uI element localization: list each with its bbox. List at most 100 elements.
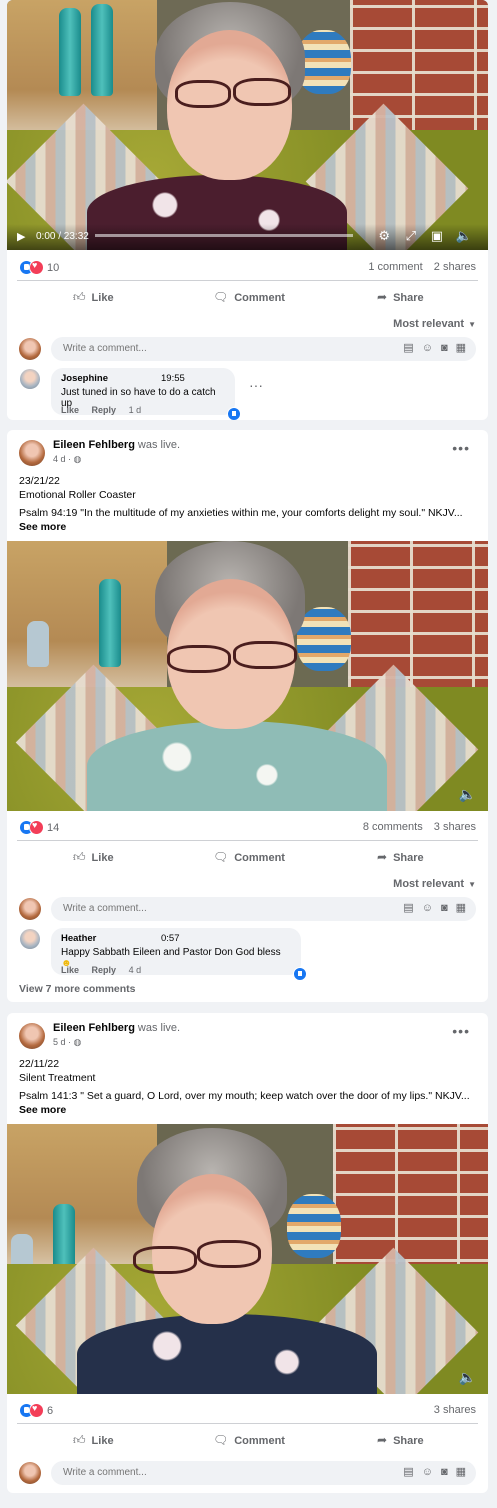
post-stats-1: 10 1 comment 2 shares <box>7 256 488 278</box>
post-date-line: 23/21/22 <box>19 475 60 487</box>
camera-icon[interactable]: ◙ <box>441 902 448 914</box>
composer-tools: ▤ ☺ ◙ ▦ <box>395 1465 466 1478</box>
like-button[interactable]: 👍︎ Like <box>73 850 114 865</box>
love-reaction-icon <box>29 260 44 275</box>
avatar[interactable] <box>19 1462 41 1484</box>
sticker-icon[interactable]: ▤ <box>403 902 413 914</box>
comment-reply-link[interactable]: Reply <box>92 405 117 415</box>
post-time[interactable]: 4 d · <box>53 454 74 464</box>
globe-icon: ◍ <box>73 1037 82 1047</box>
gif-icon[interactable]: ▦ <box>456 342 466 354</box>
comment-video-time[interactable]: 0:57 <box>161 933 180 944</box>
reactions-summary[interactable]: 10 <box>19 260 59 275</box>
camera-icon[interactable]: ◙ <box>441 342 448 354</box>
comment-composer[interactable]: ▤ ☺ ◙ ▦ <box>51 337 476 361</box>
comment-input[interactable] <box>61 342 345 355</box>
speech-bubble-icon: 🗨︎ <box>213 850 229 864</box>
globe-icon: ◍ <box>73 454 82 464</box>
video-frame-3 <box>7 1124 488 1394</box>
reactions-summary[interactable]: 14 <box>19 820 59 835</box>
post-title-line: Silent Treatment <box>19 1072 96 1084</box>
video-progress-bar[interactable] <box>95 234 353 237</box>
post-author-line: Eileen Fehlberg was live. <box>53 439 180 451</box>
share-button[interactable]: ➦ Share <box>377 290 424 304</box>
composer-tools: ▤ ☺ ◙ ▦ <box>395 341 466 354</box>
comment-input[interactable] <box>61 902 345 915</box>
shares-count[interactable]: 3 shares <box>434 1404 476 1416</box>
comment-like-link[interactable]: Like <box>61 965 79 975</box>
post-time[interactable]: 5 d · <box>53 1037 74 1047</box>
author-avatar[interactable] <box>19 1023 45 1049</box>
video-frame-1 <box>7 0 488 250</box>
caret-down-icon: ▼ <box>468 320 476 329</box>
post-date-line: 22/11/22 <box>19 1058 60 1070</box>
video-player-2[interactable]: 🔈 <box>7 541 488 811</box>
camera-icon[interactable]: ◙ <box>441 1466 448 1478</box>
sticker-icon[interactable]: ▤ <box>403 1466 413 1478</box>
live-status: was live. <box>137 439 181 451</box>
volume-icon[interactable]: 🔈 <box>456 228 472 244</box>
post-text: 22/11/22 Silent Treatment Psalm 141:3 " … <box>19 1057 476 1117</box>
gif-icon[interactable]: ▦ <box>456 1466 466 1478</box>
post-author[interactable]: Eileen Fehlberg <box>53 439 135 451</box>
avatar[interactable] <box>19 338 41 360</box>
comment-author[interactable]: Josephine <box>61 373 225 384</box>
speech-bubble-icon: 🗨︎ <box>213 290 229 304</box>
comment-like-link[interactable]: Like <box>61 405 79 415</box>
gif-icon[interactable]: ▦ <box>456 902 466 914</box>
video-player-1[interactable]: ▶ 0:00 / 23:32 ⚙ ⤢ ▣ 🔈 <box>7 0 488 250</box>
commenter-avatar[interactable] <box>20 929 40 949</box>
emoji-icon[interactable]: ☺ <box>422 1466 433 1478</box>
post-options-icon[interactable]: ••• <box>452 1023 470 1039</box>
fullscreen-icon[interactable]: ⤢ <box>406 228 416 244</box>
emoji-icon[interactable]: ☺ <box>422 342 433 354</box>
comment-reply-link[interactable]: Reply <box>92 965 117 975</box>
reactions-summary[interactable]: 6 <box>19 1403 53 1418</box>
video-player-3[interactable]: 🔈 <box>7 1124 488 1394</box>
volume-icon[interactable]: 🔈 <box>459 786 476 803</box>
volume-icon[interactable]: 🔈 <box>459 1369 476 1386</box>
comment-button[interactable]: 🗨︎ Comment <box>213 1433 285 1447</box>
post-author-line: Eileen Fehlberg was live. <box>53 1022 180 1034</box>
comment-sort-dropdown[interactable]: Most relevant ▼ <box>393 318 476 330</box>
like-badge-icon <box>227 407 241 420</box>
settings-gear-icon[interactable]: ⚙ <box>378 228 390 244</box>
comment-button[interactable]: 🗨︎ Comment <box>213 850 285 864</box>
love-reaction-icon <box>29 1403 44 1418</box>
comment-meta: Like Reply 1 d <box>61 405 151 415</box>
shares-count[interactable]: 3 shares <box>434 821 476 833</box>
sticker-icon[interactable]: ▤ <box>403 342 413 354</box>
post-options-icon[interactable]: ••• <box>452 440 470 456</box>
shares-count[interactable]: 2 shares <box>434 261 476 273</box>
comment-video-time[interactable]: 19:55 <box>161 373 185 384</box>
post-meta: 4 d · ◍ <box>53 454 81 465</box>
share-button[interactable]: ➦ Share <box>377 1433 424 1447</box>
post-verse: Psalm 141:3 " Set a guard, O Lord, over … <box>19 1090 470 1102</box>
comment-more-icon[interactable]: ··· <box>249 377 263 393</box>
post-header: Eileen Fehlberg was live. 5 d · ◍ ••• <box>7 1013 488 1053</box>
post-verse: Psalm 94:19 "In the multitude of my anxi… <box>19 507 463 519</box>
mini-player-icon[interactable]: ▣ <box>431 228 443 244</box>
share-button[interactable]: ➦ Share <box>377 850 424 864</box>
comment-composer[interactable]: ▤ ☺ ◙ ▦ <box>51 897 476 921</box>
comment-sort-dropdown[interactable]: Most relevant ▼ <box>393 878 476 890</box>
thumbs-up-icon: 👍︎ <box>73 290 86 304</box>
comment-button[interactable]: 🗨︎ Comment <box>213 290 285 304</box>
view-more-comments-link[interactable]: View 7 more comments <box>19 983 136 995</box>
comments-count[interactable]: 1 comment <box>368 261 422 273</box>
post-author[interactable]: Eileen Fehlberg <box>53 1022 135 1034</box>
commenter-avatar[interactable] <box>20 369 40 389</box>
like-button[interactable]: 👍︎ Like <box>73 290 114 305</box>
emoji-icon[interactable]: ☺ <box>422 902 433 914</box>
avatar[interactable] <box>19 898 41 920</box>
share-arrow-icon: ➦ <box>377 290 388 304</box>
comment-composer[interactable]: ▤ ☺ ◙ ▦ <box>51 1461 476 1485</box>
like-button[interactable]: 👍︎ Like <box>73 1433 114 1448</box>
author-avatar[interactable] <box>19 440 45 466</box>
see-more-link[interactable]: See more <box>19 521 66 533</box>
live-status: was live. <box>137 1022 181 1034</box>
play-icon[interactable]: ▶ <box>17 230 25 243</box>
comments-count[interactable]: 8 comments <box>363 821 423 833</box>
comment-input[interactable] <box>61 1466 345 1479</box>
see-more-link[interactable]: See more <box>19 1104 66 1116</box>
